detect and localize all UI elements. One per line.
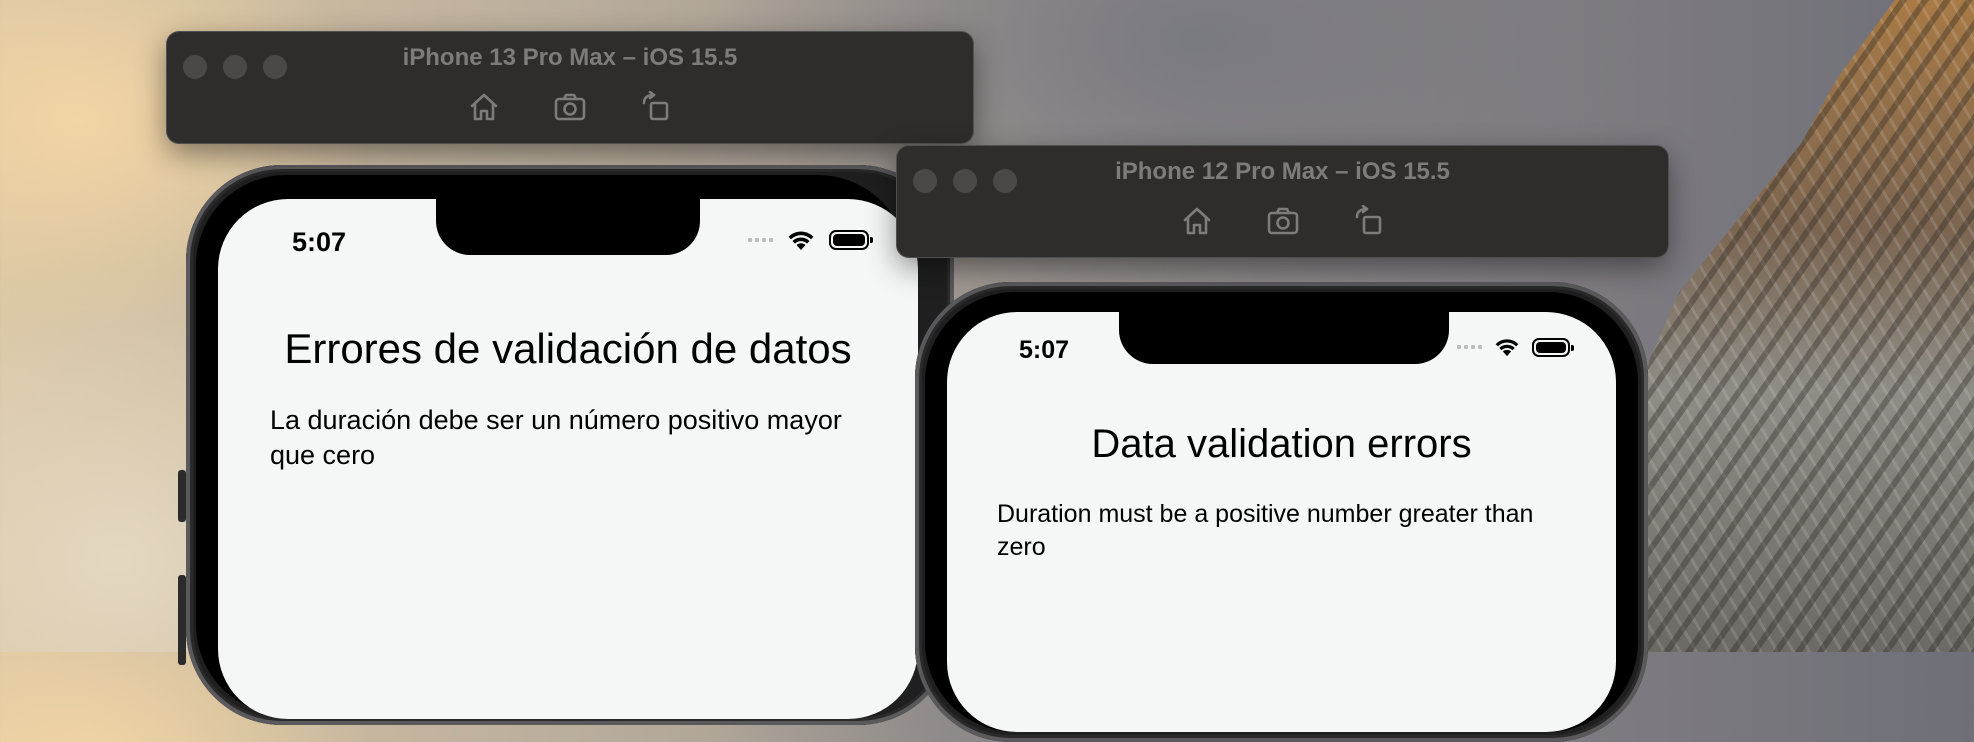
iphone13-volume-button bbox=[178, 470, 186, 522]
battery-icon bbox=[1532, 337, 1574, 357]
iphone13-bezel: 5:07 Errores de validación de datos La d… bbox=[196, 175, 918, 719]
iphone13-status-time: 5:07 bbox=[292, 227, 347, 257]
rotate-icon[interactable] bbox=[638, 90, 674, 124]
iphone12-page-heading: Data validation errors bbox=[1091, 422, 1472, 466]
rotate-icon[interactable] bbox=[1351, 204, 1387, 238]
desktop-wallpaper-cliff bbox=[1614, 0, 1974, 652]
iphone13-screen[interactable]: 5:07 Errores de validación de datos La d… bbox=[218, 199, 918, 719]
screenshot-camera-icon[interactable] bbox=[1265, 204, 1301, 238]
iphone13-error-message: La duración debe ser un número positivo … bbox=[270, 405, 842, 471]
battery-icon bbox=[829, 230, 873, 250]
home-icon[interactable] bbox=[466, 90, 502, 124]
iphone12-device-frame: 5:07 Data validation errors Duration mus… bbox=[915, 282, 1648, 742]
iphone12-status-icons bbox=[1457, 337, 1574, 357]
cellular-signal-icon bbox=[748, 238, 773, 242]
iphone13-notch bbox=[436, 199, 700, 255]
iphone12-simulator-window[interactable]: iPhone 12 Pro Max – iOS 15.5 bbox=[897, 146, 1668, 257]
iphone13-status-icons bbox=[748, 229, 873, 251]
iphone12-bezel: 5:07 Data validation errors Duration mus… bbox=[925, 292, 1638, 732]
iphone12-screen[interactable]: 5:07 Data validation errors Duration mus… bbox=[947, 312, 1616, 732]
cellular-signal-icon bbox=[1457, 345, 1482, 349]
wifi-icon bbox=[788, 231, 814, 250]
home-icon[interactable] bbox=[1179, 204, 1215, 238]
iphone12-notch bbox=[1119, 312, 1449, 364]
wifi-icon bbox=[1495, 339, 1519, 357]
iphone12-window-title: iPhone 12 Pro Max – iOS 15.5 bbox=[1115, 158, 1450, 185]
screenshot-camera-icon[interactable] bbox=[552, 90, 588, 124]
iphone13-window-title: iPhone 13 Pro Max – iOS 15.5 bbox=[402, 44, 738, 71]
iphone12-status-time: 5:07 bbox=[1019, 336, 1070, 364]
iphone12-error-message: Duration must be a positive number great… bbox=[997, 500, 1534, 561]
iphone13-page-heading: Errores de validación de datos bbox=[284, 325, 852, 372]
iphone12-simulator-toolbar bbox=[897, 204, 1668, 238]
iphone13-device-frame: 5:07 Errores de validación de datos La d… bbox=[178, 165, 954, 725]
iphone13-simulator-window[interactable]: iPhone 13 Pro Max – iOS 15.5 bbox=[167, 32, 973, 143]
iphone13-simulator-toolbar bbox=[167, 90, 973, 124]
